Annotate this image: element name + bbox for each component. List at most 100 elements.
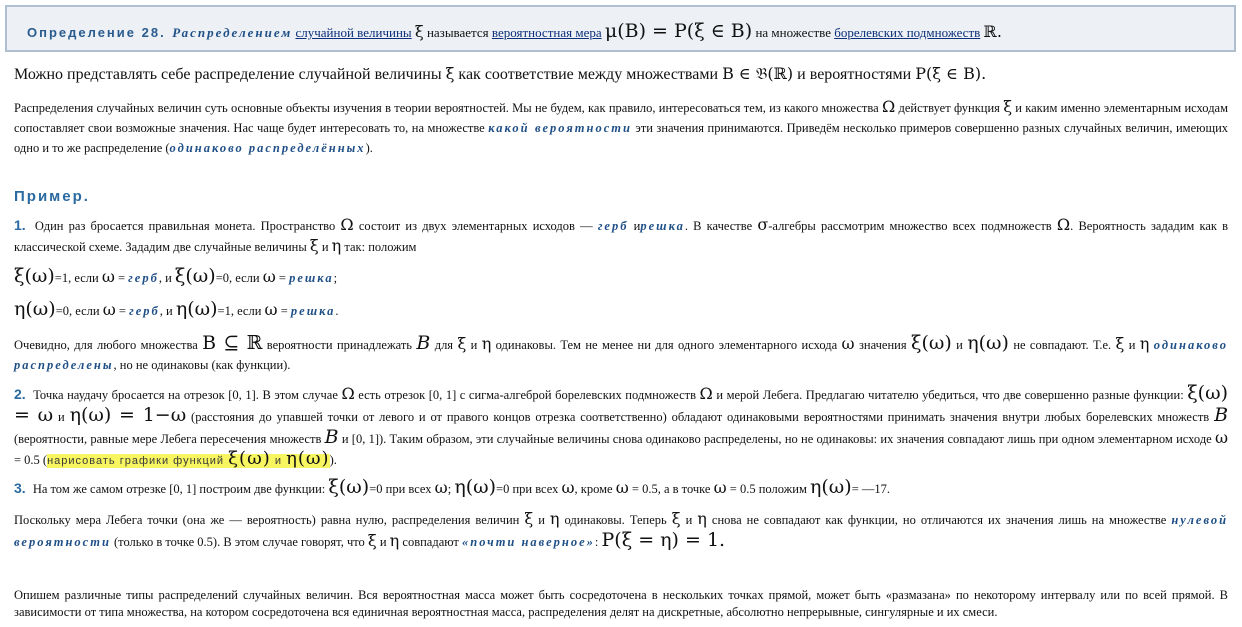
definition-formula: μ(B) = P(ξ ∈ B) [604,20,753,42]
formula: η(ω) [175,298,218,320]
intro-text: ). [365,141,373,155]
formula-text: = [117,271,126,285]
formula-text: =1, если [217,304,262,318]
xi-symbol: ξ [445,64,455,83]
xi-symbol: ξ [1115,334,1125,353]
omega-symbol: Ω [340,215,354,234]
example-2-paragraph: 2. Точка наудачу бросается на отрезок [0… [14,383,1228,471]
para-text: значения [858,338,907,352]
xi-symbol: ξ [524,509,534,528]
set-symbol: B [324,426,339,448]
omega-symbol: ω [561,478,575,497]
para-text: не совпадают. Т.е. [1013,338,1112,352]
formula-text: = [278,271,286,285]
eta-symbol: η [549,509,560,528]
para-text: снова не совпадают как функции, но отлич… [711,513,1167,527]
formula-eta-line: η(ω)=0, если ω = герб, и η(ω)=1, если ω … [14,298,339,320]
para-text: одинаковы. Тем не менее ни для одного эл… [495,338,838,352]
omega-symbol: ω [1215,428,1229,447]
ex3-text: , кроме [574,482,613,496]
omega-symbol: ω [262,267,276,286]
obvious-paragraph: Очевидно, для любого множества B ⊆ ℝ вер… [14,333,1228,375]
omega-symbol: ω [615,478,629,497]
definition-label: Определение 28. [27,25,166,40]
omega-symbol: Ω [1056,215,1071,234]
lead-text: как соответствие между множествами [458,66,719,83]
ex2-text: и [58,410,65,424]
para-text: : [594,535,599,549]
xi-symbol: ξ [367,531,377,550]
ex3-text: =0 при всех [496,482,559,496]
formula-text: =1, если [54,271,99,285]
definition-text-2: на множестве [755,25,831,40]
xi-symbol: ξ [457,334,467,353]
para-text: и [470,338,478,352]
ex3-text: = 0.5, а в точке [631,482,711,496]
ex3-text: ; [447,482,452,496]
para-text: для [434,338,454,352]
eta-symbol: η [389,531,400,550]
intro-paragraph: Распределения случайных величин суть осн… [14,97,1228,158]
emphasis-text: какой вероятности [488,121,632,135]
formula: η(ω) [14,298,56,320]
set-symbol: B [1214,404,1229,426]
ex2-text: = 0.5 ( [14,453,48,467]
ex1-text: так: положим [344,240,417,254]
ex3-text: = 0.5 положим [729,482,807,496]
emphasis-text: герб [597,219,629,233]
lead-text: Можно представлять себе распределение сл… [14,66,442,83]
link-borel-sets[interactable]: борелевских подмножеств [834,25,980,40]
ex2-text: есть отрезок [0, 1] с сигма-алгеброй бор… [358,388,696,402]
xi-symbol: ξ [1003,97,1012,116]
formula: η(ω) [810,476,852,498]
link-random-variable[interactable]: случайной величины [295,25,411,40]
highlighted-note: нарисовать графики функций ξ(ω) и η(ω) [47,449,330,469]
para-text: и [538,513,545,527]
formula-text: . [335,304,339,318]
formula-text: ; [333,271,338,285]
formula-text: , и [159,304,173,318]
formula: ξ(ω) [910,332,952,354]
example-1-paragraph: 1. Один раз бросается правильная монета.… [14,215,1228,257]
lead-paragraph: Можно представлять себе распределение сл… [14,64,986,84]
ex2-text: Точка наудачу бросается на отрезок [0, 1… [33,388,338,402]
ex2-text: и [0, 1]). Таким образом, эти случайные … [341,432,1212,446]
emphasis-text: герб [129,304,160,318]
omega-symbol: Ω [699,384,713,403]
ex1-text: состоит из двух элементарных исходов — [358,219,593,233]
ex1-text: и [321,240,329,254]
definition-term: Распределением [172,25,293,40]
formula: η(ω) [967,332,1009,354]
formula-text: = [280,304,288,318]
intro-text: действует функция [898,101,1000,115]
example-number: 1. [14,217,26,233]
formula-xi-line: ξ(ω)=1, если ω = герб, и ξ(ω)=0, если ω … [14,265,337,287]
emphasis-text: герб [128,271,159,285]
formula: ξ(ω) [228,448,271,469]
formula: η(ω) [454,476,497,498]
formula-text: , и [158,271,172,285]
para-text: и [1128,338,1136,352]
example-number: 3. [14,480,26,496]
para-text: вероятности принадлежать [266,338,412,352]
emphasis-text: решка [289,271,334,285]
lead-formula: P(ξ ∈ B). [915,64,987,83]
formula-text: =0, если [55,304,100,318]
highlight-text: нарисовать графики функций [47,455,225,467]
para-text: , но не одинаковы (как функции). [113,358,291,372]
formula: B ⊆ ℝ [202,332,263,354]
formula: η(ω) [286,448,330,469]
para-text: (только в точке 0.5). В этом случае гово… [114,535,365,549]
omega-symbol: ω [713,478,727,497]
ex1-text: -алгебры рассмотрим множество всех подмн… [768,219,1052,233]
xi-symbol: ξ [414,22,424,41]
ex3-text: = —17. [851,482,891,496]
omega-symbol: ω [102,300,116,319]
para-text: и [379,535,387,549]
link-probability-measure[interactable]: вероятностная мера [492,25,602,40]
xi-symbol: ξ [671,509,681,528]
eta-symbol: η [481,334,492,353]
omega-symbol: ω [841,334,855,353]
xi-symbol: ξ [309,236,319,255]
real-numbers-symbol: ℝ. [983,22,1002,41]
